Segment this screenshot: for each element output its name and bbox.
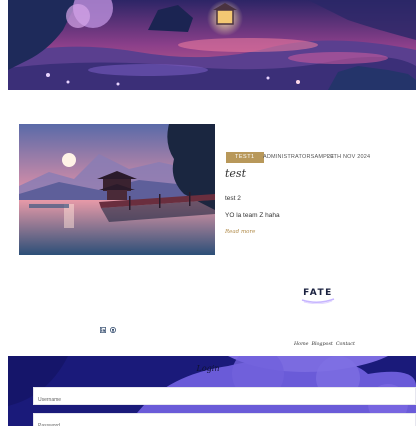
username-input[interactable]	[34, 392, 415, 408]
footer-nav-blogpost[interactable]: Blogpost	[311, 342, 332, 347]
hero-illustration	[8, 0, 416, 90]
footer-nav: Home Blogpost Contact	[294, 342, 355, 347]
post-thumbnail-image[interactable]	[19, 124, 215, 255]
social-links	[99, 320, 116, 334]
post-author[interactable]: ADMINISTRATORSAMPLE	[263, 153, 334, 162]
linkedin-icon[interactable]	[99, 320, 107, 334]
password-input[interactable]	[34, 418, 415, 426]
read-more-link[interactable]: Read more	[225, 229, 255, 235]
hero-banner-image	[8, 0, 416, 90]
post-title[interactable]: test	[225, 167, 246, 180]
category-badge[interactable]: TEST1	[226, 152, 264, 163]
logo-swoosh-icon	[301, 298, 335, 304]
login-title: Login	[196, 364, 220, 373]
github-icon[interactable]	[110, 320, 116, 333]
post-date: 20TH NOV 2024	[327, 154, 371, 160]
pagoda-lake-illustration	[19, 124, 215, 255]
username-field[interactable]	[33, 387, 416, 408]
post-subtitle: test 2	[225, 195, 241, 202]
footer-nav-home[interactable]: Home	[294, 342, 308, 347]
site-logo[interactable]: FATE	[298, 285, 338, 305]
footer-nav-contact[interactable]: Contact	[336, 342, 355, 347]
password-field[interactable]	[33, 413, 416, 426]
post-excerpt: YO la team Z haha	[225, 212, 280, 219]
